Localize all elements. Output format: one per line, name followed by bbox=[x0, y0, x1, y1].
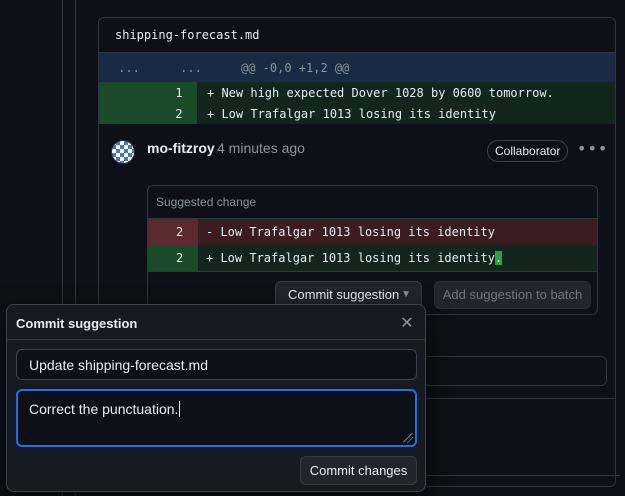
added-line-number: 2 bbox=[176, 251, 184, 265]
line-code: + Low Trafalgar 1013 losing its identity bbox=[207, 106, 496, 121]
collaborator-badge: Collaborator bbox=[487, 140, 569, 162]
hunk-header-row: ... ... @@ -0,0 +1,2 @@ bbox=[99, 53, 615, 82]
comment-time[interactable]: 4 minutes ago bbox=[217, 140, 305, 156]
commit-message-input[interactable] bbox=[16, 349, 417, 380]
comment-author[interactable]: mo-fitzroy bbox=[147, 140, 215, 156]
commit-changes-button[interactable]: Commit changes bbox=[300, 456, 417, 485]
suggestion-removed-line: 2 - Low Trafalgar 1013 losing its identi… bbox=[148, 219, 597, 245]
line-number[interactable]: 2 bbox=[165, 107, 193, 121]
suggested-change-box: Suggested change 2 - Low Trafalgar 1013 … bbox=[147, 185, 598, 315]
suggestion-added-line: 2 + Low Trafalgar 1013 losing its identi… bbox=[148, 245, 597, 271]
line-code: + New high expected Dover 1028 by 0600 t… bbox=[207, 85, 554, 100]
commit-description-textarea[interactable]: Correct the punctuation. bbox=[16, 389, 417, 447]
divider bbox=[7, 339, 425, 340]
suggested-change-title: Suggested change bbox=[148, 186, 597, 219]
line-number[interactable]: 1 bbox=[165, 86, 193, 100]
resize-grip-icon[interactable] bbox=[403, 433, 413, 443]
added-highlight: . bbox=[494, 251, 503, 265]
text-caret bbox=[179, 401, 181, 417]
removed-line-code: - Low Trafalgar 1013 losing its identity bbox=[206, 225, 495, 239]
reply-input[interactable] bbox=[423, 356, 607, 386]
description-text: Correct the punctuation. bbox=[29, 401, 179, 417]
added-line-text: + Low Trafalgar 1013 losing its identity bbox=[206, 251, 495, 265]
removed-line-number: 2 bbox=[176, 225, 184, 239]
expand-right[interactable]: ... bbox=[173, 61, 209, 75]
add-to-batch-button[interactable]: Add suggestion to batch bbox=[434, 281, 591, 309]
kebab-horizontal-icon[interactable]: ••• bbox=[577, 138, 607, 160]
expand-left[interactable]: ... bbox=[111, 61, 147, 75]
avatar[interactable] bbox=[111, 140, 135, 164]
diff-line: 2 + Low Trafalgar 1013 losing its identi… bbox=[99, 103, 615, 124]
divider bbox=[420, 475, 620, 476]
hunk-header: @@ -0,0 +1,2 @@ bbox=[241, 60, 350, 75]
x-icon[interactable]: ✕ bbox=[397, 313, 417, 333]
diff-line: 1 + New high expected Dover 1028 by 0600… bbox=[99, 82, 615, 103]
dialog-title: Commit suggestion bbox=[16, 316, 138, 331]
commit-suggestion-label: Commit suggestion bbox=[288, 287, 400, 302]
commit-suggestion-dialog: Commit suggestion ✕ Correct the punctuat… bbox=[6, 304, 426, 492]
added-line-code: + Low Trafalgar 1013 losing its identity… bbox=[206, 251, 503, 265]
file-name[interactable]: shipping-forecast.md bbox=[99, 18, 615, 53]
